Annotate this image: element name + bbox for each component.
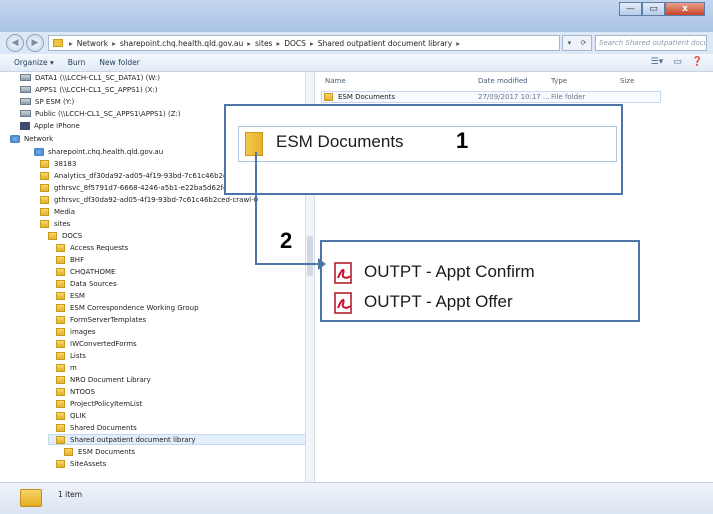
connector-arrow: [255, 152, 326, 270]
